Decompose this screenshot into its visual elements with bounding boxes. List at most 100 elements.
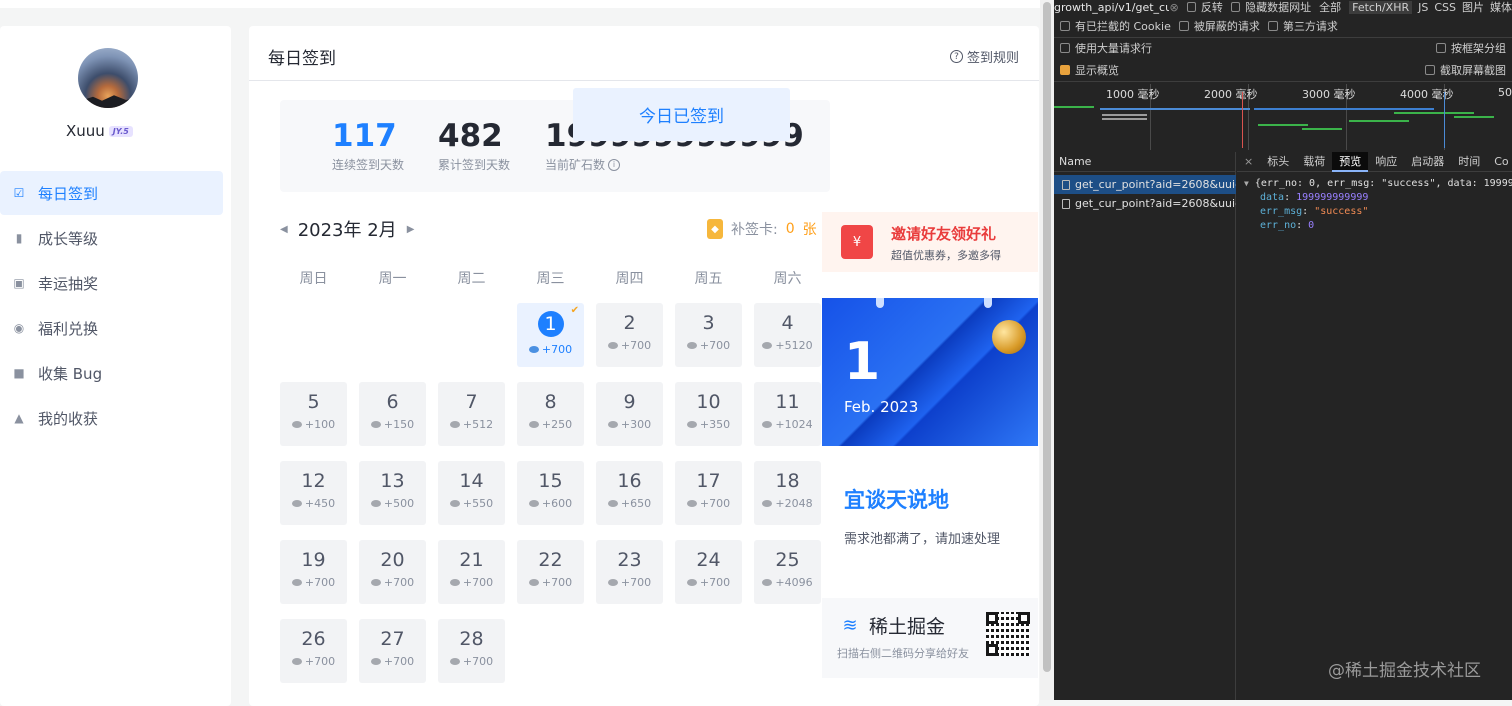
avatar[interactable] (78, 48, 138, 108)
tab-initiator[interactable]: 启动器 (1404, 152, 1451, 172)
filter-input[interactable]: growth_api/v1/get_cur_point (1054, 1, 1169, 14)
sidebar-item[interactable]: ☑ 每日签到 (0, 171, 223, 215)
calendar-day[interactable]: 23 +700 (596, 540, 663, 604)
calendar-day[interactable]: 19 +700 (280, 540, 347, 604)
day-reward: +700 (438, 576, 505, 589)
day-reward: +150 (359, 418, 426, 431)
day-number: 15 (538, 470, 563, 492)
day-number: 24 (696, 549, 721, 571)
sidebar-item-label: 我的收获 (38, 409, 99, 428)
tab-response[interactable]: 响应 (1368, 152, 1404, 172)
calendar-day[interactable]: 7 +512 (438, 382, 505, 446)
info-icon[interactable]: i (608, 158, 621, 171)
calendar-day[interactable]: 9 +300 (596, 382, 663, 446)
calendar-day[interactable]: 11 +1024 (754, 382, 821, 446)
day-number: 14 (459, 470, 484, 492)
calendar-check-icon: ☑ (13, 186, 25, 200)
sidebar-item[interactable]: ▲ 我的收获 (0, 396, 223, 440)
filter-img[interactable]: 图片 (1462, 0, 1484, 15)
timeline-tick: 500 (1498, 86, 1512, 99)
sidebar-item[interactable]: ◉ 福利兑换 (0, 306, 223, 350)
calendar-day[interactable]: 20 +700 (359, 540, 426, 604)
calendar-day[interactable]: 24 +700 (675, 540, 742, 604)
invert-checkbox[interactable] (1186, 2, 1196, 12)
calendar-day[interactable]: 17 +700 (675, 461, 742, 525)
calendar-day[interactable]: 18 +2048 (754, 461, 821, 525)
calendar-day[interactable]: 10 +350 (675, 382, 742, 446)
filter-media[interactable]: 媒体 (1490, 0, 1512, 15)
next-month-icon[interactable]: ▶ (407, 224, 415, 235)
day-number: 2 (623, 312, 636, 334)
calendar-day[interactable]: 4 +5120 (754, 303, 821, 367)
filter-row: growth_api/v1/get_cur_point ⊗ 反转 隐藏数据网址 … (1054, 0, 1512, 14)
day-number: 26 (301, 628, 326, 650)
prev-month-icon[interactable]: ◀ (280, 224, 288, 235)
screenshots-checkbox[interactable] (1425, 65, 1435, 75)
sidebar-item[interactable]: ▣ 幸运抽奖 (0, 261, 223, 305)
calendar-day[interactable]: 6 +150 (359, 382, 426, 446)
calendar-day[interactable]: 21 +700 (438, 540, 505, 604)
user-name[interactable]: Xuuu JY.5 (66, 122, 133, 140)
close-detail-icon[interactable]: × (1237, 152, 1260, 172)
ore-icon (449, 500, 460, 507)
golden-ball-icon (992, 320, 1026, 354)
calendar-day[interactable]: 26 +700 (280, 619, 347, 683)
month-label: 2023年 2月 (297, 220, 397, 241)
ore-icon (762, 421, 773, 428)
overview-checkbox[interactable] (1060, 65, 1070, 75)
tab-payload[interactable]: 载荷 (1296, 152, 1332, 172)
calendar-day[interactable]: 8 +250 (517, 382, 584, 446)
calendar-day[interactable]: 25 +4096 (754, 540, 821, 604)
calendar-day[interactable]: 16 +650 (596, 461, 663, 525)
sidebar-item-label: 收集 Bug (38, 364, 103, 383)
large-rows-checkbox[interactable] (1060, 43, 1070, 53)
calendar-day[interactable]: 22 +700 (517, 540, 584, 604)
reward-points: +700 (699, 339, 731, 352)
calendar-day[interactable]: 1 +700 ✔ (517, 303, 584, 367)
ore-icon (528, 500, 539, 507)
calendar-day[interactable]: 3 +700 (675, 303, 742, 367)
invite-banner[interactable]: ¥ 邀请好友领好礼 超值优惠券，多邀多得 (822, 212, 1038, 272)
reward-points: +5120 (775, 339, 813, 352)
rules-label: 签到规则 (966, 51, 1019, 66)
sidebar-item[interactable]: ▮ 成长等级 (0, 216, 223, 260)
sidebar-item[interactable]: ■ 收集 Bug (0, 351, 223, 395)
name-column-header[interactable]: Name (1054, 152, 1236, 172)
tab-timing[interactable]: 时间 (1451, 152, 1487, 172)
tab-headers[interactable]: 标头 (1260, 152, 1296, 172)
request-row[interactable]: get_cur_point?aid=2608&uuid=7... (1054, 175, 1236, 194)
calendar-day[interactable]: 15 +600 (517, 461, 584, 525)
request-row[interactable]: get_cur_point?aid=2608&uuid=7... (1054, 194, 1236, 213)
calendar-day[interactable]: 12 +450 (280, 461, 347, 525)
day-number: 16 (617, 470, 642, 492)
page-scrollbar-thumb[interactable] (1043, 2, 1051, 672)
expand-triangle-icon[interactable]: ▼ (1244, 179, 1249, 188)
filter-js[interactable]: JS (1418, 1, 1428, 14)
reward-points: +1024 (775, 418, 813, 431)
options-row-2: 显示概览 截取屏幕截图 (1054, 62, 1512, 78)
json-summary-row[interactable]: ▼ {err_no: 0, err_msg: "success", data: … (1244, 177, 1512, 191)
calendar-day[interactable]: 5 +100 (280, 382, 347, 446)
hide-data-url-checkbox[interactable] (1230, 2, 1241, 12)
blocked-cookie-checkbox[interactable] (1060, 21, 1070, 31)
filter-all[interactable]: 全部 (1319, 0, 1341, 15)
calendar-day[interactable]: 2 +700 (596, 303, 663, 367)
group-by-frame-checkbox[interactable] (1436, 43, 1446, 53)
filter-css[interactable]: CSS (1434, 1, 1456, 14)
filter-fetch-xhr[interactable]: Fetch/XHR (1349, 0, 1413, 14)
panel-header: 每日签到 ? 签到规则 (249, 26, 1039, 81)
third-party-checkbox[interactable] (1267, 21, 1278, 31)
calendar-day[interactable]: 27 +700 (359, 619, 426, 683)
divider (1054, 37, 1512, 38)
calendar-day[interactable]: 28 +700 (438, 619, 505, 683)
third-party-label: 第三方请求 (1282, 20, 1338, 33)
clear-filter-icon[interactable]: ⊗ (1169, 1, 1178, 14)
rules-link[interactable]: ? 签到规则 (949, 47, 1019, 66)
calendar-day[interactable]: 13 +500 (359, 461, 426, 525)
json-value: "success" (1314, 206, 1369, 217)
signed-today-button[interactable]: 今日已签到 (573, 88, 790, 141)
blocked-request-checkbox[interactable] (1178, 21, 1189, 31)
tab-preview[interactable]: 预览 (1332, 151, 1369, 172)
calendar-day[interactable]: 14 +550 (438, 461, 505, 525)
tab-cookies[interactable]: Co (1487, 152, 1512, 172)
